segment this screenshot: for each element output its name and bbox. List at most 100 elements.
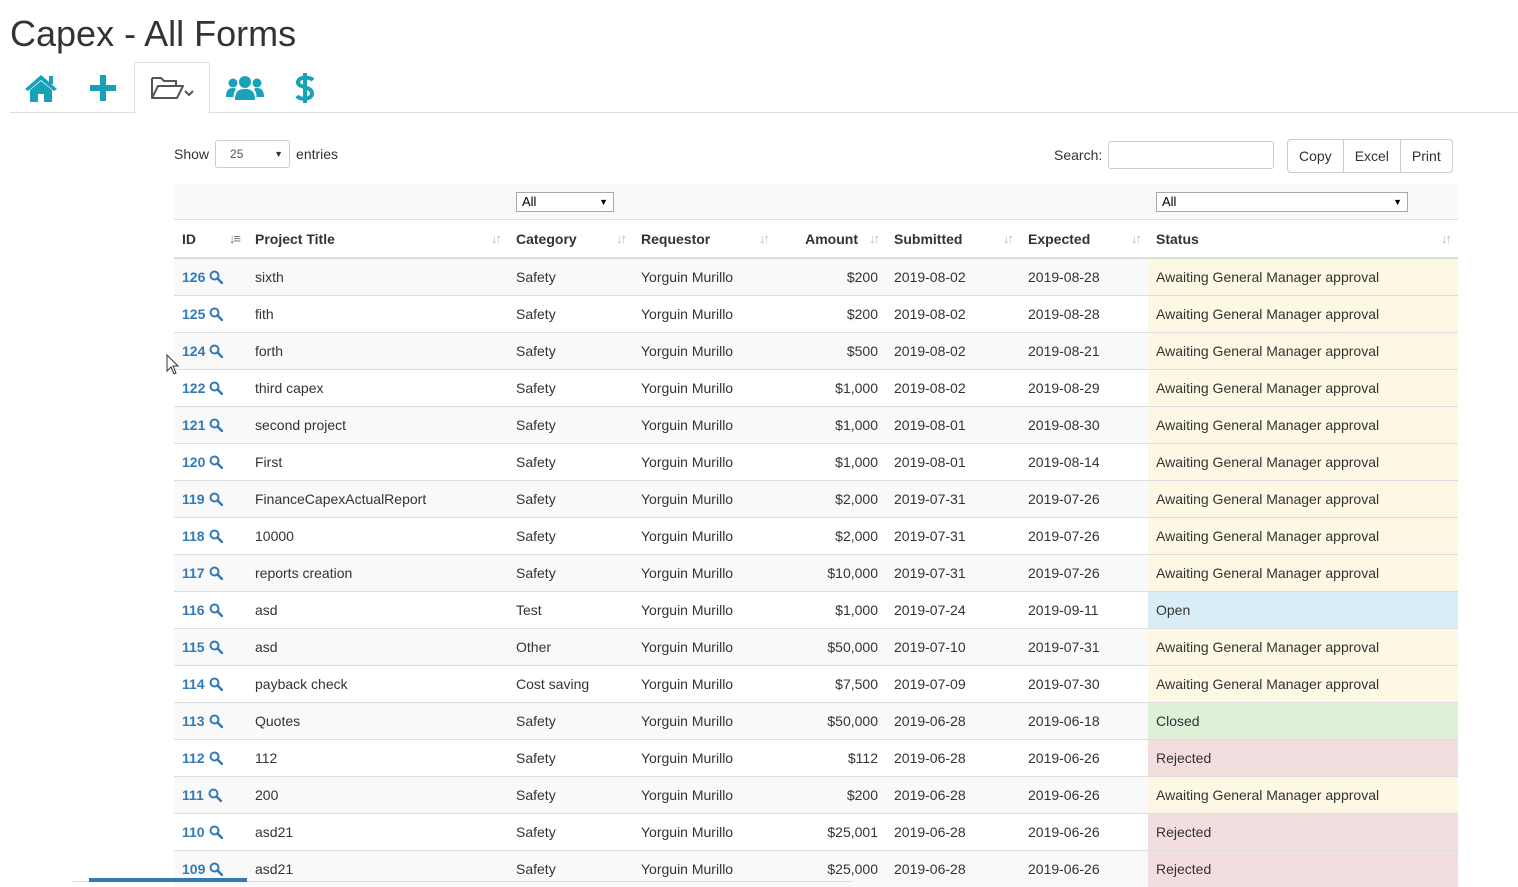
search-icon — [209, 344, 224, 358]
expected-cell: 2019-06-26 — [1020, 812, 1148, 850]
copy-button[interactable]: Copy — [1287, 139, 1344, 173]
amount-cell: $1,000 — [776, 442, 886, 480]
column-header-id[interactable]: ID ↓≡ — [174, 220, 247, 259]
form-id-link[interactable]: 117 — [182, 565, 223, 581]
form-id-link[interactable]: 126 — [182, 269, 224, 285]
column-header-label: Category — [516, 230, 577, 247]
status-cell: Rejected — [1148, 738, 1458, 776]
project-title-cell: FinanceCapexActualReport — [247, 479, 508, 517]
form-id-link[interactable]: 115 — [182, 639, 223, 655]
amount-cell: $200 — [776, 294, 886, 332]
form-id-link[interactable]: 122 — [182, 380, 224, 396]
form-id-link[interactable]: 110 — [182, 824, 223, 840]
search-icon — [208, 788, 222, 802]
amount-cell: $200 — [776, 775, 886, 813]
submitted-cell: 2019-07-24 — [886, 590, 1020, 628]
form-id-link[interactable]: 120 — [182, 454, 224, 470]
form-id-link[interactable]: 121 — [182, 417, 224, 433]
expected-cell: 2019-08-28 — [1020, 294, 1148, 332]
nav-tabs — [10, 62, 1518, 114]
form-id-link[interactable]: 114 — [182, 676, 223, 692]
requestor-cell: Yorguin Murillo — [633, 294, 776, 332]
length-control: Show 25 ▼ entries — [174, 140, 338, 168]
category-cell: Safety — [508, 368, 633, 406]
column-header-expected[interactable]: Expected ↓↑ — [1020, 220, 1148, 259]
column-header-label: Project Title — [255, 230, 335, 247]
print-button[interactable]: Print — [1399, 139, 1453, 173]
search-icon — [209, 825, 223, 839]
search-icon — [209, 270, 224, 284]
submitted-cell: 2019-08-01 — [886, 442, 1020, 480]
search-icon — [209, 307, 224, 321]
form-id-link[interactable]: 112 — [182, 750, 223, 766]
search-icon — [209, 640, 223, 654]
category-filter-value: All — [522, 194, 537, 209]
category-cell: Safety — [508, 812, 633, 850]
excel-button[interactable]: Excel — [1342, 139, 1401, 173]
entries-select[interactable]: 25 ▼ — [215, 140, 291, 168]
project-title-cell: reports creation — [247, 553, 508, 591]
form-id-link[interactable]: 124 — [182, 343, 224, 359]
category-cell: Safety — [508, 479, 633, 517]
tab-users[interactable] — [214, 62, 276, 113]
horizontal-scrollbar-thumb[interactable] — [89, 878, 247, 882]
tab-new-form[interactable] — [72, 62, 134, 113]
sort-icon: ↓↑ — [616, 231, 627, 246]
category-cell: Safety — [508, 701, 633, 739]
requestor-cell: Yorguin Murillo — [633, 775, 776, 813]
search-icon — [209, 751, 223, 765]
tab-all-forms[interactable] — [134, 62, 210, 114]
search-control: Search: — [1054, 140, 1275, 170]
status-cell: Awaiting General Manager approval — [1148, 553, 1458, 591]
expected-cell: 2019-07-26 — [1020, 479, 1148, 517]
sort-icon: ↓↑ — [1441, 231, 1452, 246]
category-cell: Safety — [508, 257, 633, 295]
expected-cell: 2019-09-11 — [1020, 590, 1148, 628]
search-icon — [209, 862, 224, 876]
show-label: Show — [174, 146, 210, 162]
status-cell: Closed — [1148, 701, 1458, 739]
form-id-link[interactable]: 125 — [182, 306, 224, 322]
column-header-submitted[interactable]: Submitted ↓↑ — [886, 220, 1020, 259]
form-id-label: 118 — [182, 527, 205, 544]
form-id-label: 109 — [182, 860, 206, 877]
table-row: 118 10000 Safety Yorguin Murillo $2,000 2019-… — [174, 516, 1458, 554]
sort-desc-icon: ↓≡ — [228, 231, 241, 246]
users-icon — [226, 75, 264, 100]
expected-cell: 2019-07-30 — [1020, 664, 1148, 702]
project-title-cell: sixth — [247, 257, 508, 295]
form-id-link[interactable]: 111 — [182, 787, 222, 803]
form-id-link[interactable]: 119 — [182, 491, 223, 507]
form-id-link[interactable]: 118 — [182, 528, 223, 544]
amount-cell: $1,000 — [776, 368, 886, 406]
column-header-amount[interactable]: Amount ↓↑ — [776, 220, 886, 259]
column-header-category[interactable]: Category ↓↑ — [508, 220, 633, 259]
column-header-requestor[interactable]: Requestor ↓↑ — [633, 220, 776, 259]
submitted-cell: 2019-08-02 — [886, 294, 1020, 332]
tab-home[interactable] — [10, 62, 72, 113]
form-id-link[interactable]: 113 — [182, 713, 223, 729]
column-header-status[interactable]: Status ↓↑ — [1148, 220, 1458, 259]
status-cell: Awaiting General Manager approval — [1148, 664, 1458, 702]
column-header-project-title[interactable]: Project Title ↓↑ — [247, 220, 508, 259]
search-icon — [209, 603, 223, 617]
requestor-cell: Yorguin Murillo — [633, 627, 776, 665]
submitted-cell: 2019-06-28 — [886, 849, 1020, 887]
project-title-cell: 112 — [247, 738, 508, 776]
tab-finance[interactable] — [274, 62, 336, 113]
submitted-cell: 2019-08-02 — [886, 257, 1020, 295]
status-filter-select[interactable]: All ▼ — [1156, 192, 1408, 212]
id-cell: 118 — [174, 516, 247, 554]
requestor-cell: Yorguin Murillo — [633, 738, 776, 776]
category-cell: Test — [508, 590, 633, 628]
category-filter-select[interactable]: All ▼ — [516, 192, 614, 212]
form-id-link[interactable]: 116 — [182, 602, 223, 618]
sort-icon: ↓↑ — [759, 231, 770, 246]
status-cell: Rejected — [1148, 812, 1458, 850]
form-id-link[interactable]: 109 — [182, 860, 224, 877]
table-row: 124 forth Safety Yorguin Murillo $500 2019-08… — [174, 331, 1458, 369]
category-cell: Safety — [508, 775, 633, 813]
search-icon — [209, 455, 224, 469]
table-row: 121 second project Safety Yorguin Murillo $1… — [174, 405, 1458, 443]
search-input[interactable] — [1108, 141, 1275, 169]
